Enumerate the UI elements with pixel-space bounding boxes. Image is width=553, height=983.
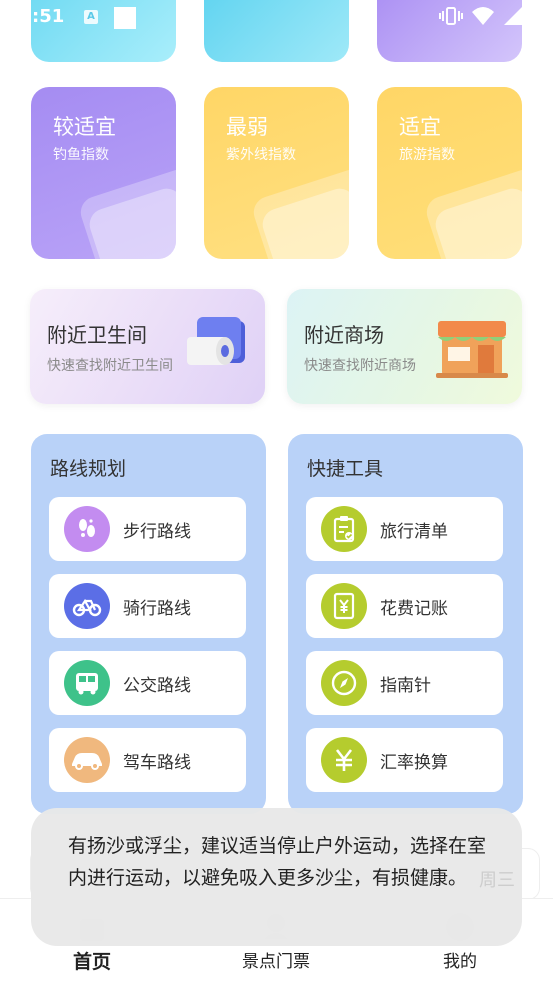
keyboard-a-icon: A <box>84 10 98 24</box>
quick-tools-panel: 快捷工具 旅行清单 花费记账 指南针 汇率换算 <box>288 434 523 814</box>
status-icons <box>439 6 523 26</box>
bicycle-icon <box>64 583 110 629</box>
weather-card-2[interactable] <box>204 0 349 62</box>
bike-route-button[interactable]: 骑行路线 <box>49 574 246 638</box>
travel-checklist-button[interactable]: 旅行清单 <box>306 497 503 561</box>
nearby-toilet-subtitle: 快速查找附近卫生间 <box>47 358 173 374</box>
status-time: :51 <box>32 6 65 27</box>
notification-square-icon <box>114 7 136 29</box>
bus-route-button[interactable]: 公交路线 <box>49 651 246 715</box>
index-value: 适宜 <box>399 115 441 139</box>
travel-index-card[interactable]: 适宜 旅游指数 <box>377 87 522 259</box>
index-label: 旅游指数 <box>399 147 455 163</box>
route-panel-title: 路线规划 <box>50 458 127 480</box>
nearby-toilet-card[interactable]: 附近卫生间 快速查找附近卫生间 <box>30 289 265 404</box>
nearby-mall-subtitle: 快速查找附近商场 <box>304 358 416 374</box>
vibrate-icon <box>439 7 463 25</box>
shop-icon <box>436 321 508 378</box>
clipboard-check-icon <box>321 506 367 552</box>
travel-checklist-label: 旅行清单 <box>380 521 448 542</box>
compass-button[interactable]: 指南针 <box>306 651 503 715</box>
expense-record-label: 花费记账 <box>380 598 448 619</box>
walk-route-label: 步行路线 <box>123 521 191 542</box>
wifi-icon <box>472 7 494 25</box>
nav-home-label: 首页 <box>72 951 111 973</box>
car-route-label: 驾车路线 <box>123 752 191 773</box>
index-label: 紫外线指数 <box>226 147 296 163</box>
bus-route-label: 公交路线 <box>123 675 191 696</box>
index-label: 钓鱼指数 <box>53 147 109 163</box>
toilet-paper-icon <box>187 317 245 365</box>
signal-icon <box>504 7 522 25</box>
nearby-mall-title: 附近商场 <box>304 323 384 347</box>
currency-exchange-button[interactable]: 汇率换算 <box>306 728 503 792</box>
nearby-mall-card[interactable]: 附近商场 快速查找附近商场 <box>287 289 522 404</box>
nearby-toilet-title: 附近卫生间 <box>47 323 147 347</box>
fishing-index-card[interactable]: 较适宜 钓鱼指数 <box>31 87 176 259</box>
footprints-icon <box>64 506 110 552</box>
car-icon <box>64 737 110 783</box>
index-value: 较适宜 <box>53 115 116 139</box>
walk-route-button[interactable]: 步行路线 <box>49 497 246 561</box>
yuan-notebook-icon <box>321 583 367 629</box>
currency-exchange-label: 汇率换算 <box>380 752 448 773</box>
nav-mine-label: 我的 <box>443 952 477 972</box>
route-planning-panel: 路线规划 步行路线 骑行路线 公交路线 驾车路线 <box>31 434 266 814</box>
toast-message: 有扬沙或浮尘，建议适当停止户外运动，选择在室内进行运动，以避免吸入更多沙尘，有损… <box>31 808 522 946</box>
bus-icon <box>64 660 110 706</box>
expense-record-button[interactable]: 花费记账 <box>306 574 503 638</box>
uv-index-card[interactable]: 最弱 紫外线指数 <box>204 87 349 259</box>
nav-tickets-label: 景点门票 <box>242 952 310 972</box>
forecast-day-label: 周三 <box>479 870 515 891</box>
yuan-icon <box>321 737 367 783</box>
tools-panel-title: 快捷工具 <box>307 458 384 480</box>
car-route-button[interactable]: 驾车路线 <box>49 728 246 792</box>
compass-icon <box>321 660 367 706</box>
index-value: 最弱 <box>226 115 268 139</box>
compass-label: 指南针 <box>380 675 431 696</box>
bike-route-label: 骑行路线 <box>123 598 191 619</box>
